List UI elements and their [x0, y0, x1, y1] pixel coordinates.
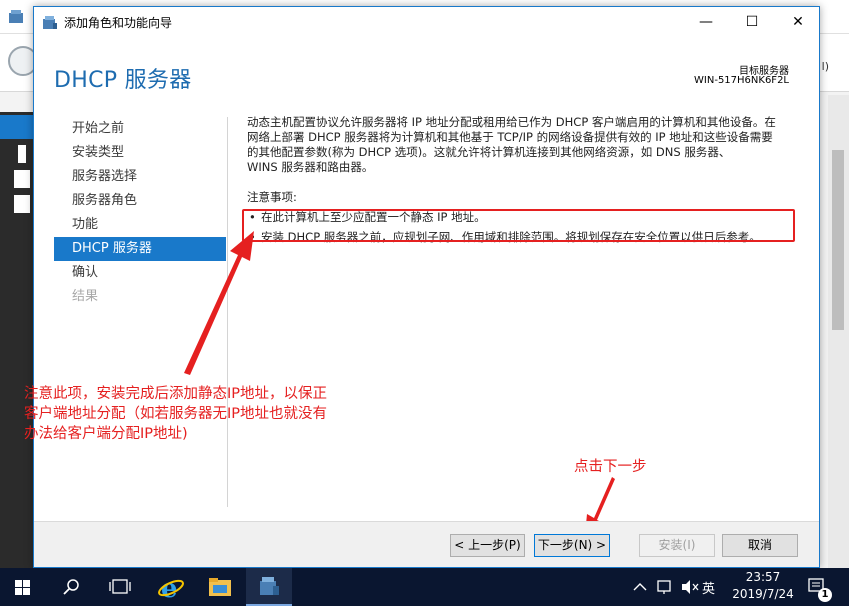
notes-heading: 注意事项:: [247, 190, 297, 204]
svg-text:e: e: [161, 574, 178, 604]
clock-time[interactable]: 23:57: [733, 570, 793, 584]
step-before-you-begin[interactable]: 开始之前: [54, 117, 226, 141]
wizard-step-list: 开始之前 安装类型 服务器选择 服务器角色 功能 DHCP 服务器 确认 结果: [54, 117, 226, 309]
nav-divider: [227, 117, 228, 507]
annotation-line: 办法给客户端分配IP地址): [24, 426, 188, 442]
description-line: 网络上部署 DHCP 服务器将为计算机和其他基于 TCP/IP 的网络设备提供有…: [247, 130, 773, 144]
close-button[interactable]: ✕: [775, 7, 821, 37]
destination-server-name: WIN-517H6NK6F2L: [694, 75, 789, 86]
server-manager-icon: [260, 577, 279, 595]
annotation-click-next: 点击下一步: [574, 459, 647, 475]
network-icon[interactable]: [657, 580, 671, 592]
all-servers-icon[interactable]: [14, 170, 30, 188]
description-line: 动态主机配置协议允许服务器将 IP 地址分配或租用给已作为 DHCP 客户端启用…: [247, 115, 776, 129]
taskbar: e 英 23:57 2019/7/24 1: [0, 568, 849, 606]
local-server-icon[interactable]: [18, 145, 26, 163]
step-server-selection[interactable]: 服务器选择: [54, 165, 226, 189]
add-roles-wizard-window: 添加角色和功能向导 — ☐ ✕ DHCP 服务器 目标服务器 WIN-517H6…: [24, 6, 820, 568]
description-line: WINS 服务器和路由器。: [247, 160, 374, 174]
next-button[interactable]: 下一步(N) >: [534, 534, 610, 557]
internet-explorer-button[interactable]: e: [148, 568, 194, 606]
cancel-button[interactable]: 取消: [722, 534, 798, 557]
step-dhcp-server[interactable]: DHCP 服务器: [54, 237, 226, 261]
wizard-footer: < 上一步(P) 下一步(N) > 安装(I) 取消: [34, 521, 819, 567]
volume-muted-icon[interactable]: [682, 580, 690, 594]
wizard-titlebar[interactable]: 添加角色和功能向导 — ☐ ✕: [34, 7, 819, 37]
window-title: 添加角色和功能向导: [64, 16, 173, 30]
folder-icon: [209, 578, 231, 596]
background-scrollbar-thumb[interactable]: [832, 150, 844, 330]
annotation-line: 客户端地址分配（如若服务器无IP地址也就没有: [24, 406, 328, 422]
task-view-button[interactable]: [97, 568, 143, 606]
step-confirmation[interactable]: 确认: [54, 261, 226, 285]
internet-explorer-icon: e: [158, 574, 184, 604]
previous-button[interactable]: < 上一步(P): [450, 534, 525, 557]
wizard-app-icon: [43, 16, 57, 29]
install-button[interactable]: 安装(I): [639, 534, 715, 557]
maximize-button[interactable]: ☐: [729, 7, 775, 37]
step-installation-type[interactable]: 安装类型: [54, 141, 226, 165]
file-services-icon[interactable]: [14, 195, 30, 213]
background-right-text: l): [821, 60, 829, 73]
annotation-highlight-box: [242, 209, 795, 242]
dhcp-description: 动态主机配置协议允许服务器将 IP 地址分配或租用给已作为 DHCP 客户端启用…: [247, 115, 802, 175]
step-features[interactable]: 功能: [54, 213, 226, 237]
windows-logo-icon: [15, 580, 30, 595]
annotation-static-ip-note: 注意此项，安装完成后添加静态IP地址，以保正 客户端地址分配（如若服务器无IP地…: [24, 384, 384, 444]
description-line: 的其他配置参数(称为 DHCP 选项)。这就允许将计算机连接到其他网络资源，如 …: [247, 145, 731, 159]
step-server-roles[interactable]: 服务器角色: [54, 189, 226, 213]
search-button[interactable]: [48, 568, 94, 606]
file-explorer-button[interactable]: [197, 568, 243, 606]
start-button[interactable]: [0, 568, 46, 606]
minimize-button[interactable]: —: [683, 7, 729, 37]
sidebar-item-dashboard[interactable]: [0, 115, 34, 139]
page-title: DHCP 服务器: [54, 68, 192, 93]
step-results: 结果: [72, 289, 99, 304]
search-icon: [63, 579, 79, 595]
server-manager-icon: [9, 10, 23, 23]
server-manager-taskbar-button[interactable]: [246, 568, 292, 606]
input-method-indicator[interactable]: 英: [702, 578, 715, 597]
task-view-icon: [109, 579, 131, 594]
clock-date[interactable]: 2019/7/24: [723, 587, 803, 601]
notification-count-badge: 1: [818, 588, 832, 602]
annotation-line: 注意此项，安装完成后添加静态IP地址，以保正: [24, 386, 328, 402]
chevron-up-icon[interactable]: [633, 583, 647, 591]
